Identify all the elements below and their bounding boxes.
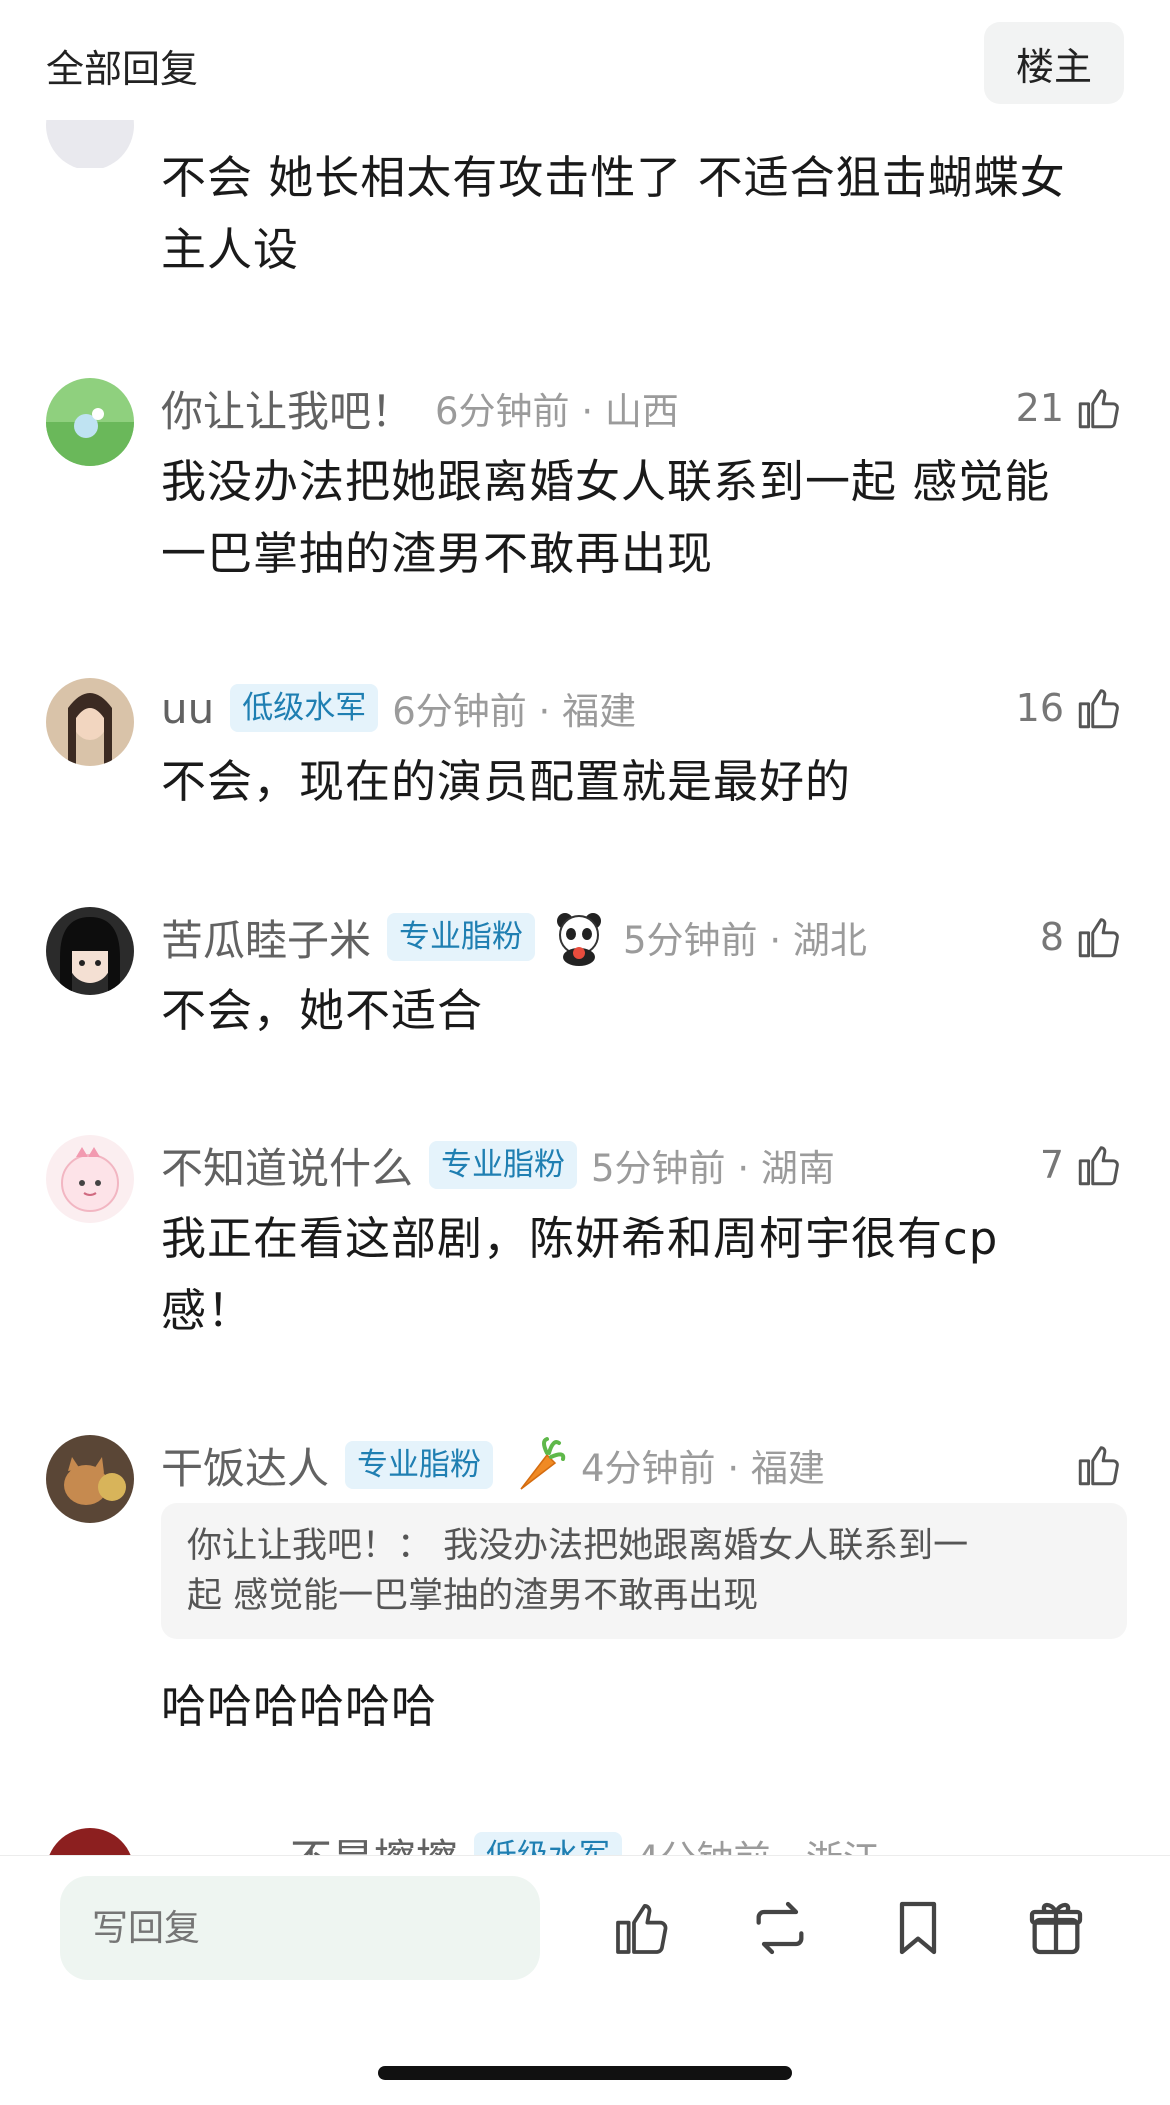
bookmark-icon[interactable] — [886, 1896, 950, 1960]
comment-meta: 不知道说什么 专业脂粉 5分钟前 · 湖南 — [161, 1137, 835, 1193]
comment-text-line: 我没办法把她跟离婚女人联系到一起 感觉能 — [161, 455, 1051, 508]
comment-text-line: 我正在看这部剧，陈妍希和周柯宇很有cp — [161, 1212, 999, 1265]
comment-text-line: 一巴掌抽的渣男不敢再出现 — [161, 527, 714, 580]
bottom-action-bar — [0, 1855, 1170, 2105]
timestamp-location: 6分钟前 · 山西 — [435, 390, 679, 433]
like-button[interactable]: 16 — [1016, 680, 1124, 736]
username[interactable]: 苦瓜睦子米 — [161, 907, 371, 968]
timestamp-location: 6分钟前 · 福建 — [392, 690, 637, 733]
user-level-badge: 专业脂粉 — [387, 913, 536, 961]
reply-input[interactable] — [60, 1876, 540, 1980]
comment-text-line: 不会，她不适合 — [161, 984, 484, 1037]
like-button[interactable]: 21 — [1016, 380, 1124, 436]
comment-text-line: 哈哈哈哈哈哈 — [161, 1680, 438, 1733]
timestamp-location: 5分钟前 · 湖北 — [623, 919, 867, 962]
timestamp-location: 5分钟前 · 湖南 — [591, 1147, 835, 1190]
avatar[interactable] — [46, 1135, 134, 1223]
gift-icon[interactable] — [1024, 1896, 1088, 1960]
like-count: 21 — [1015, 386, 1064, 430]
comment-text: 我没办法把她跟离婚女人联系到一起 感觉能 一巴掌抽的渣男不敢再出现 — [161, 446, 1131, 590]
username[interactable]: 不知道说什么 — [161, 1135, 413, 1196]
timestamp-location: 4分钟前 · 福建 — [581, 1447, 825, 1490]
quote-text-line: 起 感觉能一巴掌抽的渣男不敢再出现 — [187, 1576, 759, 1616]
like-count: 7 — [1039, 1143, 1064, 1187]
avatar[interactable] — [46, 678, 134, 766]
like-button[interactable]: 7 — [1040, 1137, 1124, 1193]
avatar[interactable] — [46, 378, 134, 466]
username[interactable]: 干饭达人 — [161, 1435, 329, 1496]
comment-text: 哈哈哈哈哈哈 — [161, 1671, 1131, 1743]
thumbs-up-icon — [1078, 389, 1119, 429]
timestamp-location: 4分钟前 · 浙江 — [636, 1829, 880, 1855]
username[interactable]: 你让让我吧！ — [161, 378, 413, 439]
comment-text: 我正在看这部剧，陈妍希和周柯宇很有cp 感！ — [161, 1203, 1131, 1347]
repost-icon[interactable] — [748, 1896, 812, 1960]
panda-icon — [557, 913, 602, 966]
quote-text-line: 你让让我吧！： 我没办法把她跟离婚女人联系到一 — [187, 1526, 969, 1566]
user-level-badge: 低级水军 — [474, 1832, 623, 1855]
comment-text: 不会，她不适合 — [161, 975, 1131, 1047]
like-icon[interactable] — [610, 1896, 674, 1960]
quoted-reply[interactable]: 你让让我吧！： 我没办法把她跟离婚女人联系到一 起 感觉能一巴掌抽的渣男不敢再出… — [161, 1503, 1127, 1639]
page-title: 全部回复 — [46, 47, 199, 91]
comment-text-line: 不会 她长相太有攻击性了 不适合狙击蝴蝶女 — [161, 151, 1066, 204]
comment-text-line: 不会，现在的演员配置就是最好的 — [161, 755, 852, 808]
thumbs-up-icon — [1078, 689, 1119, 729]
user-level-badge: 低级水军 — [230, 684, 379, 732]
comment-meta: 你让让我吧！ 6分钟前 · 山西 — [161, 380, 679, 436]
thumbs-up-icon — [1078, 1446, 1119, 1486]
comment-meta: uu 低级水军 6分钟前 · 福建 — [161, 680, 636, 736]
carrot-icon — [520, 1437, 566, 1490]
user-level-badge: 专业脂粉 — [345, 1441, 494, 1489]
comment-text: 不会，现在的演员配置就是最好的 — [161, 746, 1131, 818]
home-indicator — [378, 2066, 792, 2080]
avatar[interactable] — [46, 907, 134, 995]
owner-filter-button[interactable]: 楼主 — [984, 22, 1124, 104]
comment-meta: 不是擦擦 低级水军 4分钟前 · 浙江 — [290, 1828, 880, 1855]
username[interactable]: 不是擦擦 — [290, 1826, 458, 1856]
thumbs-up-icon — [1078, 1146, 1119, 1186]
like-count: 8 — [1039, 915, 1064, 959]
comment-text-line: 主人设 — [161, 223, 300, 276]
header-bar: 全部回复 楼主 — [0, 0, 1170, 120]
comment-meta: 干饭达人 专业脂粉 4分钟前 · 福建 — [161, 1437, 825, 1493]
like-button[interactable]: 8 — [1040, 909, 1124, 965]
user-level-badge: 专业脂粉 — [429, 1141, 578, 1189]
avatar[interactable] — [46, 1435, 134, 1523]
username[interactable]: uu — [161, 684, 214, 733]
like-count: 16 — [1015, 686, 1064, 730]
comment-text: 不会 她长相太有攻击性了 不适合狙击蝴蝶女 主人设 — [161, 142, 1131, 286]
comment-meta: 苦瓜睦子米 专业脂粉 5分钟前 · 湖北 — [161, 907, 867, 968]
like-button[interactable] — [1074, 1437, 1124, 1493]
comment-text-line: 感！ — [161, 1284, 254, 1337]
comment-list[interactable]: 不会 她长相太有攻击性了 不适合狙击蝴蝶女 主人设 你让让我吧！ 6分钟前 · … — [0, 0, 1170, 1855]
thumbs-up-icon — [1078, 918, 1119, 958]
avatar[interactable] — [46, 1828, 134, 1855]
